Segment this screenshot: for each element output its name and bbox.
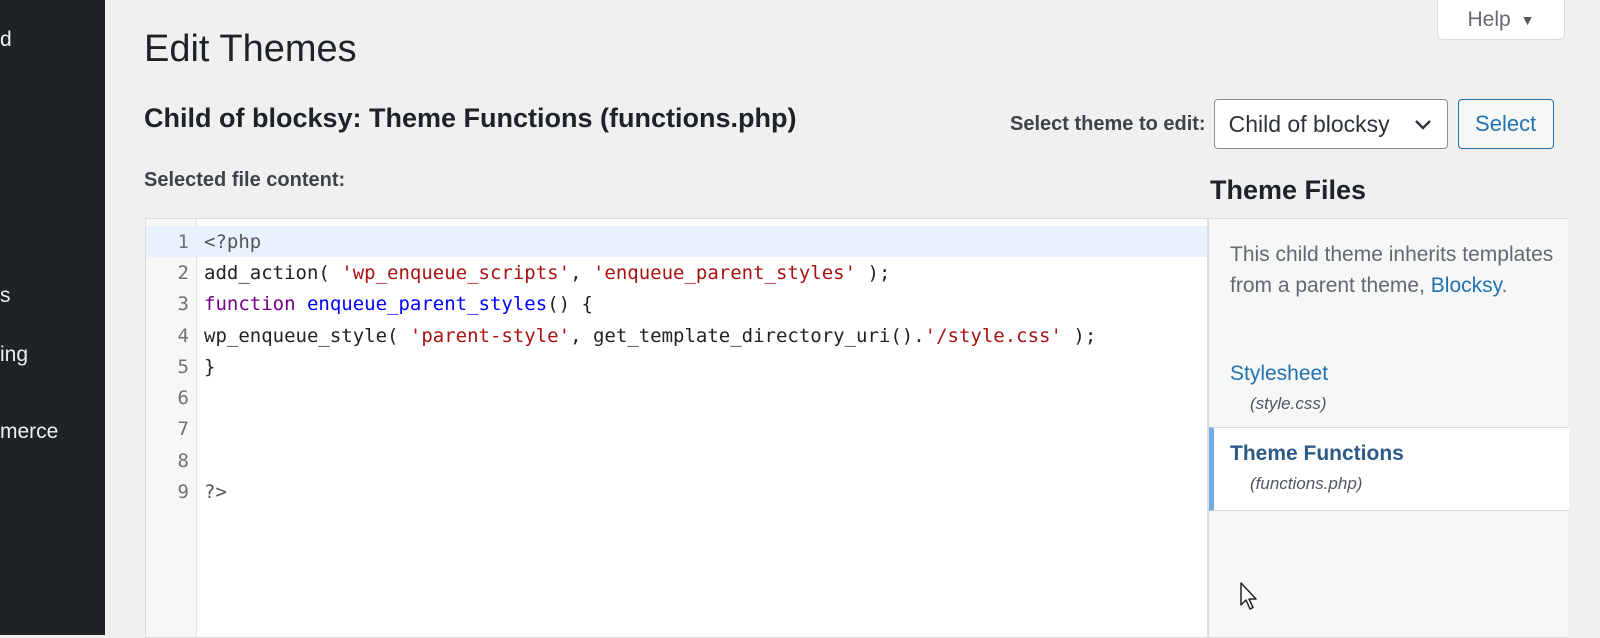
line-number: 3 [177, 293, 189, 316]
line-number: 5 [177, 355, 189, 378]
code-token: , [570, 261, 593, 284]
code-line[interactable]: 8 [146, 445, 1207, 476]
theme-select-value: Child of blocksy [1228, 110, 1390, 137]
file-name: Stylesheet [1230, 362, 1329, 385]
file-content-label: Selected file content: [144, 169, 346, 191]
mouse-cursor-icon [1240, 582, 1257, 610]
theme-selector: Select theme to edit: Child of blocksy S… [1010, 99, 1554, 149]
code-text: function enqueue_parent_styles() { [204, 293, 593, 315]
line-number: 4 [177, 324, 189, 347]
code-line[interactable]: 4 wp_enqueue_style( 'parent-style', get_… [146, 320, 1207, 351]
code-token: , get_template_directory_uri(). [570, 324, 925, 347]
parent-theme-link[interactable]: Blocksy [1431, 274, 1502, 297]
page-title: Edit Themes [144, 28, 357, 70]
help-button[interactable]: Help ▼ [1437, 0, 1565, 40]
description-suffix: . [1501, 274, 1508, 297]
child-theme-description: This child theme inherits templates from… [1230, 239, 1560, 301]
line-number: 2 [177, 261, 189, 284]
line-number: 1 [177, 230, 189, 253]
code-token: wp_enqueue_style( [204, 324, 410, 347]
file-title: Child of blocksy: Theme Functions (funct… [144, 103, 797, 133]
code-text: <?php [204, 230, 262, 253]
sidebar-item-dashboard[interactable]: d [0, 28, 12, 52]
theme-files-title: Theme Files [1210, 175, 1367, 205]
code-text: wp_enqueue_style( 'parent-style', get_te… [204, 325, 1096, 347]
code-text: ?> [204, 481, 227, 504]
code-text: add_action( 'wp_enqueue_scripts', 'enque… [204, 262, 890, 284]
theme-select-dropdown[interactable]: Child of blocksy [1213, 99, 1448, 149]
code-token: () { [547, 293, 593, 316]
line-number: 9 [177, 481, 189, 504]
file-item-stylesheet[interactable]: Stylesheet (style.css) [1209, 362, 1569, 414]
help-label: Help [1467, 7, 1511, 31]
code-token: ); [856, 261, 891, 284]
sidebar-item-woocommerce[interactable]: merce [0, 420, 58, 444]
code-function-name: enqueue_parent_styles [306, 293, 548, 316]
sidebar-item-marketing[interactable]: ing [0, 343, 28, 367]
code-token: add_action( [204, 261, 342, 284]
line-number: 6 [177, 387, 189, 410]
caret-down-icon: ▼ [1520, 11, 1535, 28]
file-item-theme-functions[interactable]: Theme Functions (functions.php) [1209, 427, 1569, 511]
code-string: 'enqueue_parent_styles' [592, 261, 857, 284]
code-line[interactable]: 2 add_action( 'wp_enqueue_scripts', 'enq… [146, 257, 1207, 288]
code-string: 'parent-style' [409, 324, 571, 347]
code-line[interactable]: 1 <?php [146, 226, 1207, 258]
code-editor[interactable]: 1 <?php 2 add_action( 'wp_enqueue_script… [145, 218, 1208, 638]
chevron-down-icon [1414, 120, 1431, 130]
code-keyword: function [204, 293, 296, 316]
theme-files-panel: This child theme inherits templates from… [1208, 218, 1569, 638]
sidebar-item-plugins[interactable]: s [0, 284, 11, 308]
theme-select-label: Select theme to edit: [1010, 112, 1206, 135]
code-string: '/style.css' [924, 324, 1062, 347]
file-filename: (style.css) [1250, 394, 1327, 413]
code-line[interactable]: 9 ?> [146, 476, 1207, 507]
code-line[interactable]: 7 [146, 414, 1207, 445]
code-string: 'wp_enqueue_scripts' [341, 261, 571, 284]
code-line[interactable]: 5 } [146, 351, 1207, 382]
code-line[interactable]: 3 function enqueue_parent_styles() { [146, 289, 1207, 320]
code-line[interactable]: 6 [146, 382, 1207, 413]
line-number: 8 [177, 449, 189, 472]
select-theme-button[interactable]: Select [1457, 99, 1554, 149]
code-token: ); [1061, 324, 1097, 347]
file-name: Theme Functions [1230, 442, 1404, 465]
admin-sidebar: d s ing merce [0, 0, 105, 635]
file-filename: (functions.php) [1250, 474, 1363, 493]
code-text: } [204, 355, 216, 378]
line-number: 7 [177, 418, 189, 441]
